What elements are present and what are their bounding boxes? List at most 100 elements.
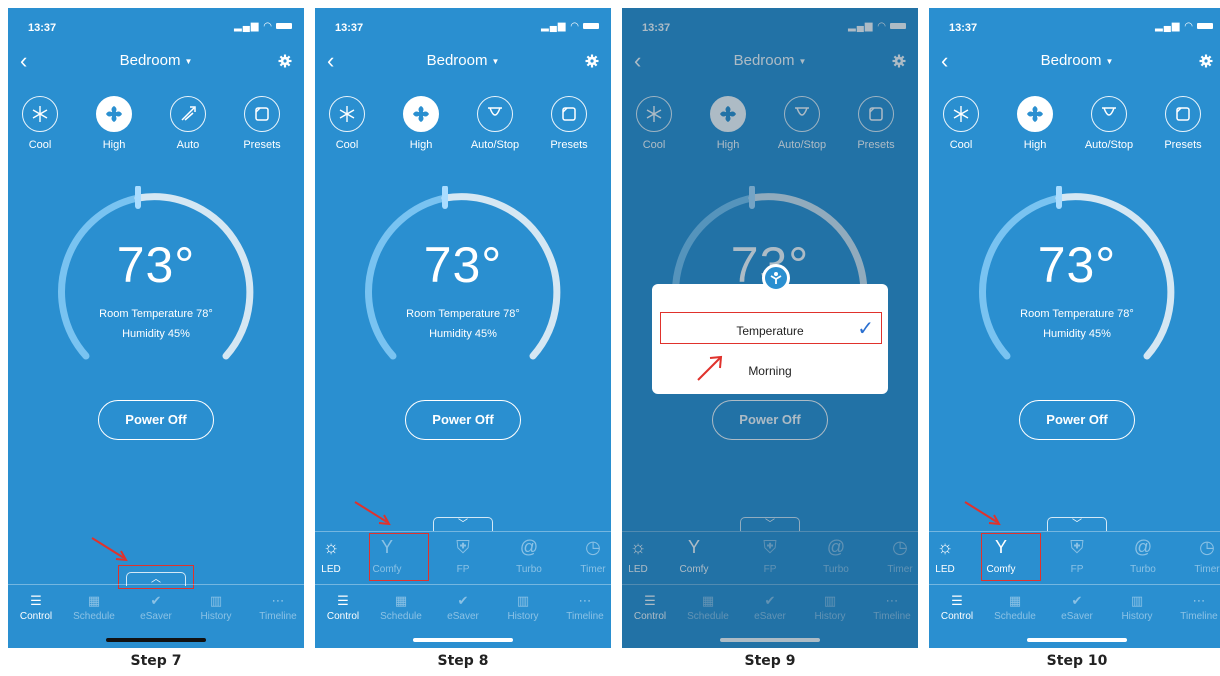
mode-presets[interactable]: Presets — [230, 96, 294, 151]
nav-esaver[interactable]: ✔ eSaver — [126, 593, 186, 622]
snowflake-icon — [22, 96, 58, 132]
mode-fan-speed[interactable]: High — [82, 96, 146, 151]
nav-label: eSaver — [447, 611, 479, 622]
gear-icon[interactable] — [1199, 54, 1213, 68]
fan-icon — [96, 96, 132, 132]
nav-label: History — [1121, 611, 1153, 622]
red-arrow-icon — [354, 501, 391, 526]
mode-label: Auto/Stop — [470, 139, 520, 151]
power-off-button[interactable]: Power Off — [405, 400, 521, 440]
tray-turbo[interactable]: @ Turbo — [1115, 534, 1171, 575]
nav-schedule[interactable]: ▦ Schedule — [985, 593, 1045, 622]
nav-timeline[interactable]: ⋯ Timeline — [555, 593, 611, 622]
person-icon — [762, 264, 790, 292]
spiral-icon: @ — [1133, 537, 1153, 557]
mode-presets[interactable]: Presets — [1151, 96, 1215, 151]
nav-control[interactable]: ☰ Control — [8, 593, 66, 622]
calendar-icon: ▦ — [1008, 593, 1022, 608]
nav-history[interactable]: ▥ History — [493, 593, 553, 622]
mode-auto-stop[interactable]: Auto/Stop — [463, 96, 527, 151]
tray-turbo[interactable]: @ Turbo — [501, 534, 557, 575]
nav-label: Control — [326, 611, 360, 622]
gear-icon[interactable] — [585, 54, 599, 68]
room-selector[interactable]: Bedroom ▼ — [315, 52, 611, 69]
bar-chart-icon: ▥ — [209, 593, 223, 608]
nav-label: eSaver — [140, 611, 172, 622]
nav-control[interactable]: ☰ Control — [929, 593, 987, 622]
bottom-nav: ☰ Control ▦ Schedule ✔ eSaver ▥ History ⋯ Tim… — [929, 584, 1220, 630]
bar-chart-icon: ▥ — [1130, 593, 1144, 608]
nav-esaver[interactable]: ✔ eSaver — [433, 593, 493, 622]
nav-schedule[interactable]: ▦ Schedule — [371, 593, 431, 622]
highlight-box — [660, 312, 882, 344]
mode-label: High — [1023, 139, 1047, 151]
mode-label: High — [409, 139, 433, 151]
sliders-icon: ☰ — [30, 593, 42, 608]
calendar-icon: ▦ — [87, 593, 101, 608]
snowflake-icon — [329, 96, 365, 132]
mode-fan-speed[interactable]: High — [389, 96, 453, 151]
tray-label: FP — [1070, 564, 1084, 575]
presets-icon — [244, 96, 280, 132]
nav-schedule[interactable]: ▦ Schedule — [64, 593, 124, 622]
comfy-mode-popup: Temperature ✓ Morning — [652, 284, 888, 394]
mode-row: Cool High Auto Presets — [8, 96, 304, 166]
nav-label: Schedule — [994, 611, 1036, 622]
sliders-icon: ☰ — [951, 593, 963, 608]
chevron-down-icon[interactable]: ﹀ — [433, 517, 493, 531]
tray-timer[interactable]: ◷ Timer — [1179, 534, 1220, 575]
nav-esaver[interactable]: ✔ eSaver — [1047, 593, 1107, 622]
mode-swing[interactable]: Auto — [156, 96, 220, 151]
highlight-box — [981, 533, 1041, 581]
red-arrow-icon — [964, 501, 1001, 526]
fan-icon — [403, 96, 439, 132]
feature-tray: ☼ LED Y Comfy ⛨ FP @ Turbo ◷ Timer — [929, 531, 1220, 585]
mode-label: Cool — [949, 139, 973, 151]
step-caption: Step 9 — [744, 653, 796, 669]
tray-led[interactable]: ☼ LED — [315, 534, 359, 575]
mode-cool[interactable]: Cool — [315, 96, 379, 151]
phone-screen-step-9: 13:37 ▂▄▆ ◠ ‹ Bedroom ▼ Cool High Auto/St… — [622, 8, 918, 648]
tray-fp[interactable]: ⛨ FP — [1049, 534, 1105, 575]
option-morning[interactable]: Morning — [652, 364, 888, 378]
nav-history[interactable]: ▥ History — [186, 593, 246, 622]
nav-label: eSaver — [1061, 611, 1093, 622]
bar-chart-icon: ▥ — [516, 593, 530, 608]
status-time: 13:37 — [335, 22, 364, 34]
mode-label: Presets — [550, 139, 588, 151]
home-indicator — [106, 638, 206, 642]
nav-control[interactable]: ☰ Control — [315, 593, 373, 622]
mode-fan-speed[interactable]: High — [1003, 96, 1067, 151]
presets-icon — [1165, 96, 1201, 132]
nav-timeline[interactable]: ⋯ Timeline — [1169, 593, 1220, 622]
snowflake-icon — [943, 96, 979, 132]
mode-presets[interactable]: Presets — [537, 96, 601, 151]
tray-label: Timer — [580, 564, 606, 575]
tray-fp[interactable]: ⛨ FP — [435, 534, 491, 575]
tray-label: FP — [456, 564, 470, 575]
nav-timeline[interactable]: ⋯ Timeline — [248, 593, 304, 622]
room-selector[interactable]: Bedroom ▼ — [929, 52, 1220, 69]
gear-icon[interactable] — [278, 54, 292, 68]
room-selector[interactable]: Bedroom ▼ — [8, 52, 304, 69]
humidity: Humidity 45% — [1043, 328, 1111, 340]
tray-led[interactable]: ☼ LED — [929, 534, 973, 575]
mode-cool[interactable]: Cool — [8, 96, 72, 151]
calendar-icon: ▦ — [394, 593, 408, 608]
shield-icon: ⛨ — [456, 537, 470, 557]
step-caption: Step 7 — [130, 653, 182, 669]
caret-down-icon: ▼ — [491, 56, 500, 66]
tray-timer[interactable]: ◷ Timer — [565, 534, 611, 575]
mode-cool[interactable]: Cool — [929, 96, 993, 151]
chevron-down-icon[interactable]: ﹀ — [1047, 517, 1107, 531]
phone-screen-step-10: 13:37 ▂▄▆ ◠ ‹ Bedroom ▼ Cool High Auto/St… — [929, 8, 1220, 648]
home-indicator — [1027, 638, 1127, 642]
sliders-icon: ☰ — [337, 593, 349, 608]
mode-auto-stop[interactable]: Auto/Stop — [1077, 96, 1141, 151]
nav-history[interactable]: ▥ History — [1107, 593, 1167, 622]
timer-icon: ◷ — [585, 537, 601, 557]
timeline-icon: ⋯ — [271, 593, 285, 608]
power-off-button[interactable]: Power Off — [98, 400, 214, 440]
power-off-button[interactable]: Power Off — [1019, 400, 1135, 440]
lightbulb-icon: ☼ — [936, 537, 954, 557]
